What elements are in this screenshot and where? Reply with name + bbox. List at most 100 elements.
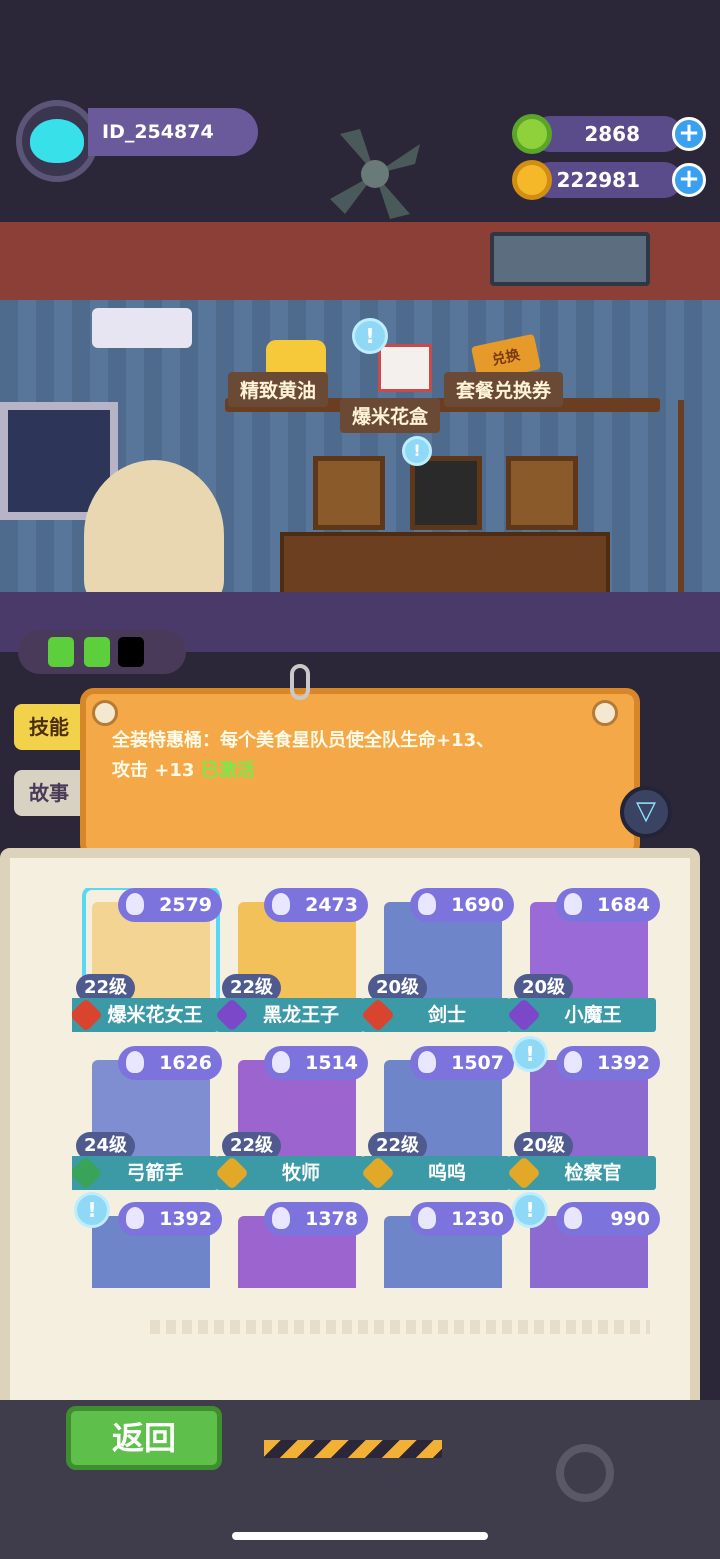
coupon-tag: 兑换 — [490, 347, 522, 369]
role-icon — [215, 1156, 249, 1190]
bonus-text-2: 攻击 — [112, 760, 148, 781]
power-value: 1514 — [305, 1052, 358, 1074]
blurred-text — [150, 1320, 650, 1334]
role-icon — [361, 998, 395, 1032]
back-button[interactable]: 返回 — [66, 1406, 222, 1470]
shelf-label-butter[interactable]: 精致黄油 — [228, 372, 329, 407]
photo-frame-3[interactable] — [506, 456, 578, 530]
photo-frame-1[interactable] — [313, 456, 385, 530]
character-name-bar: 剑士 — [361, 998, 510, 1032]
popcorn-queen-character[interactable] — [84, 460, 224, 610]
character-name: 弓箭手 — [126, 1162, 184, 1184]
lightbulb-icon — [126, 1051, 144, 1073]
character-card[interactable]: 1514 22级 牧师 — [215, 1046, 368, 1190]
character-name: 剑士 — [427, 1004, 466, 1026]
ghost-panel — [490, 232, 650, 286]
power-badge: 1507 — [410, 1046, 514, 1080]
photo-frame-2[interactable] — [410, 456, 482, 530]
tab-skill[interactable]: 技能 — [14, 704, 84, 750]
lightbulb-icon — [564, 893, 582, 915]
frame-alert-icon: ! — [402, 436, 432, 466]
bonus-value-2: +13 — [154, 760, 195, 781]
power-value: 2579 — [159, 894, 212, 916]
lightbulb-icon — [272, 893, 290, 915]
role-icon — [361, 1156, 395, 1190]
character-card[interactable]: 2579 22级 爆米花女王 — [72, 888, 222, 1032]
power-value: 1626 — [159, 1052, 212, 1074]
character-name-bar: 小魔王 — [507, 998, 656, 1032]
character-card[interactable]: 1507 22级 呜呜 — [361, 1046, 514, 1190]
power-value: 1230 — [451, 1208, 504, 1230]
lightbulb-icon — [272, 1051, 290, 1073]
character-card[interactable]: 1392! — [74, 1192, 222, 1288]
character-name-bar: 弓箭手 — [72, 1156, 218, 1190]
character-name-bar: 黑龙王子 — [215, 998, 364, 1032]
lightbulb-icon — [126, 1207, 144, 1229]
energy-bar — [18, 630, 186, 674]
character-card[interactable]: 2473 22级 黑龙王子 — [215, 888, 368, 1032]
bonus-value-1: +13、 — [436, 730, 495, 751]
add-donut-button[interactable]: + — [672, 117, 706, 151]
character-alert-icon: ! — [74, 1192, 110, 1228]
power-value: 1507 — [451, 1052, 504, 1074]
character-card[interactable]: 1626 24级 弓箭手 — [72, 1046, 222, 1190]
bonus-text-1: 全装特惠桶：每个美食星队员使全队生命 — [112, 730, 436, 751]
coat-rack — [660, 400, 700, 616]
battery-empty-icon — [118, 637, 144, 667]
role-icon — [507, 1156, 541, 1190]
character-alert-icon: ! — [512, 1036, 548, 1072]
power-value: 1392 — [159, 1208, 212, 1230]
power-badge: 1626 — [118, 1046, 222, 1080]
shelf-label-coupon[interactable]: 套餐兑换券 — [444, 372, 564, 407]
character-name: 黑龙王子 — [262, 1004, 339, 1026]
character-name-bar: 爆米花女王 — [72, 998, 218, 1032]
power-badge: 1684 — [556, 888, 660, 922]
butter-icon — [266, 340, 326, 376]
power-badge: 1230 — [410, 1202, 514, 1236]
lightbulb-icon — [418, 893, 436, 915]
shelf-label-popcorn[interactable]: 爆米花盒 — [340, 398, 441, 433]
power-value: 1690 — [451, 894, 504, 916]
projector-icon — [92, 308, 192, 348]
power-value: 1378 — [305, 1208, 358, 1230]
power-value: 1392 — [597, 1052, 650, 1074]
character-name: 检察官 — [564, 1162, 622, 1184]
character-card[interactable]: 1378 — [230, 1202, 368, 1288]
pin-icon — [92, 700, 118, 726]
fan-decoration — [330, 129, 420, 219]
pin-icon — [592, 700, 618, 726]
bonus-status: 已激活 — [200, 760, 255, 781]
character-name: 牧师 — [281, 1162, 320, 1184]
character-card[interactable]: 1684 20级 小魔王 — [507, 888, 660, 1032]
home-indicator[interactable] — [232, 1532, 488, 1540]
character-card[interactable]: 990! — [512, 1192, 660, 1288]
coin-icon — [512, 160, 552, 200]
character-name: 小魔王 — [564, 1004, 622, 1026]
power-badge: 1392 — [118, 1202, 222, 1236]
character-name: 爆米花女王 — [107, 1004, 203, 1026]
coin-amount: 222981 — [532, 162, 682, 198]
player-avatar[interactable] — [16, 100, 98, 182]
add-coin-button[interactable]: + — [672, 163, 706, 197]
bonus-description: 全装特惠桶：每个美食星队员使全队生命+13、 攻击 +13 已激活 — [112, 726, 592, 786]
character-card[interactable]: 1230 — [376, 1202, 514, 1288]
donut-amount: 2868 — [532, 116, 682, 152]
donut-icon — [512, 114, 552, 154]
power-badge: 2473 — [264, 888, 368, 922]
power-badge: 990 — [556, 1202, 660, 1236]
character-alert-icon: ! — [512, 1192, 548, 1228]
power-badge: 1690 — [410, 888, 514, 922]
role-icon — [507, 998, 541, 1032]
tab-story[interactable]: 故事 — [14, 770, 84, 816]
hazard-stripes — [264, 1440, 442, 1458]
battery-icon — [48, 637, 74, 667]
power-badge: 2579 — [118, 888, 222, 922]
power-value: 990 — [610, 1208, 650, 1230]
popcorn-alert-icon: ! — [352, 318, 388, 354]
character-name-bar: 牧师 — [215, 1156, 364, 1190]
character-card[interactable]: 1690 20级 剑士 — [361, 888, 514, 1032]
filter-button[interactable]: ▽ — [620, 786, 672, 838]
character-card[interactable]: 1392! 20级 检察官 — [507, 1036, 660, 1190]
power-badge: 1392 — [556, 1046, 660, 1080]
power-value: 2473 — [305, 894, 358, 916]
